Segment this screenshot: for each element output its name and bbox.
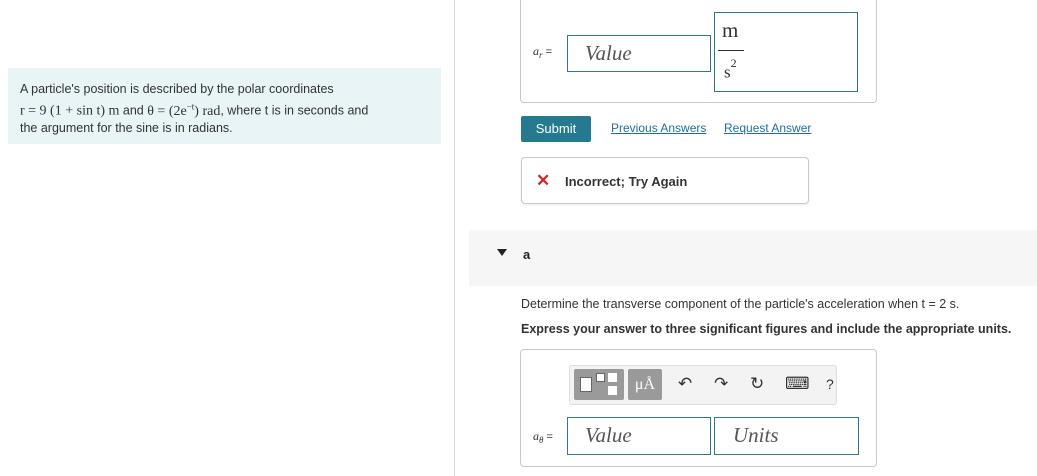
caret-down-icon[interactable] <box>497 249 507 256</box>
incorrect-icon: ✕ <box>536 171 551 190</box>
keyboard-icon[interactable]: ⌨ <box>785 374 810 394</box>
ar-label: ar = <box>533 44 552 60</box>
previous-answers-link[interactable]: Previous Answers <box>611 121 706 135</box>
unit-denominator: s2 <box>724 56 737 82</box>
ar-value-input[interactable]: Value <box>567 35 711 72</box>
part-d-question: Determine the transverse component of th… <box>521 297 960 311</box>
feedback-text: Incorrect; Try Again <box>565 174 688 189</box>
column-divider <box>454 0 455 476</box>
fraction-bar <box>718 50 744 51</box>
at-units-input[interactable]: Units <box>714 417 859 455</box>
part-d-label: a <box>523 247 531 262</box>
problem-line-3: the argument for the sine is in radians. <box>20 120 233 135</box>
at-label: aθ = <box>533 429 553 445</box>
undo-icon[interactable]: ↶ <box>678 374 692 394</box>
theta-equation: θ = (2e−t) rad <box>147 101 221 119</box>
r-equation: r = 9 (1 + sin t) m <box>20 103 120 119</box>
submit-button[interactable]: Submit <box>521 116 591 142</box>
part-d-instruction: Express your answer to three significant… <box>521 322 1012 336</box>
templates-icon[interactable] <box>574 369 624 400</box>
part-d-header[interactable] <box>469 230 1037 286</box>
unit-numerator: m <box>722 18 739 42</box>
problem-line-1: A particle's position is described by th… <box>20 82 334 96</box>
request-answer-link[interactable]: Request Answer <box>724 121 811 135</box>
units-symbol-button[interactable]: μÅ <box>628 369 662 400</box>
problem-line-2: r = 9 (1 + sin t) m and θ = (2e−t) rad, … <box>20 101 369 119</box>
problem-statement: A particle's position is described by th… <box>8 68 441 144</box>
at-value-input[interactable]: Value <box>567 417 711 455</box>
help-icon[interactable]: ? <box>826 374 834 394</box>
redo-icon[interactable]: ↷ <box>714 374 728 394</box>
reset-icon[interactable]: ↻ <box>750 374 764 394</box>
